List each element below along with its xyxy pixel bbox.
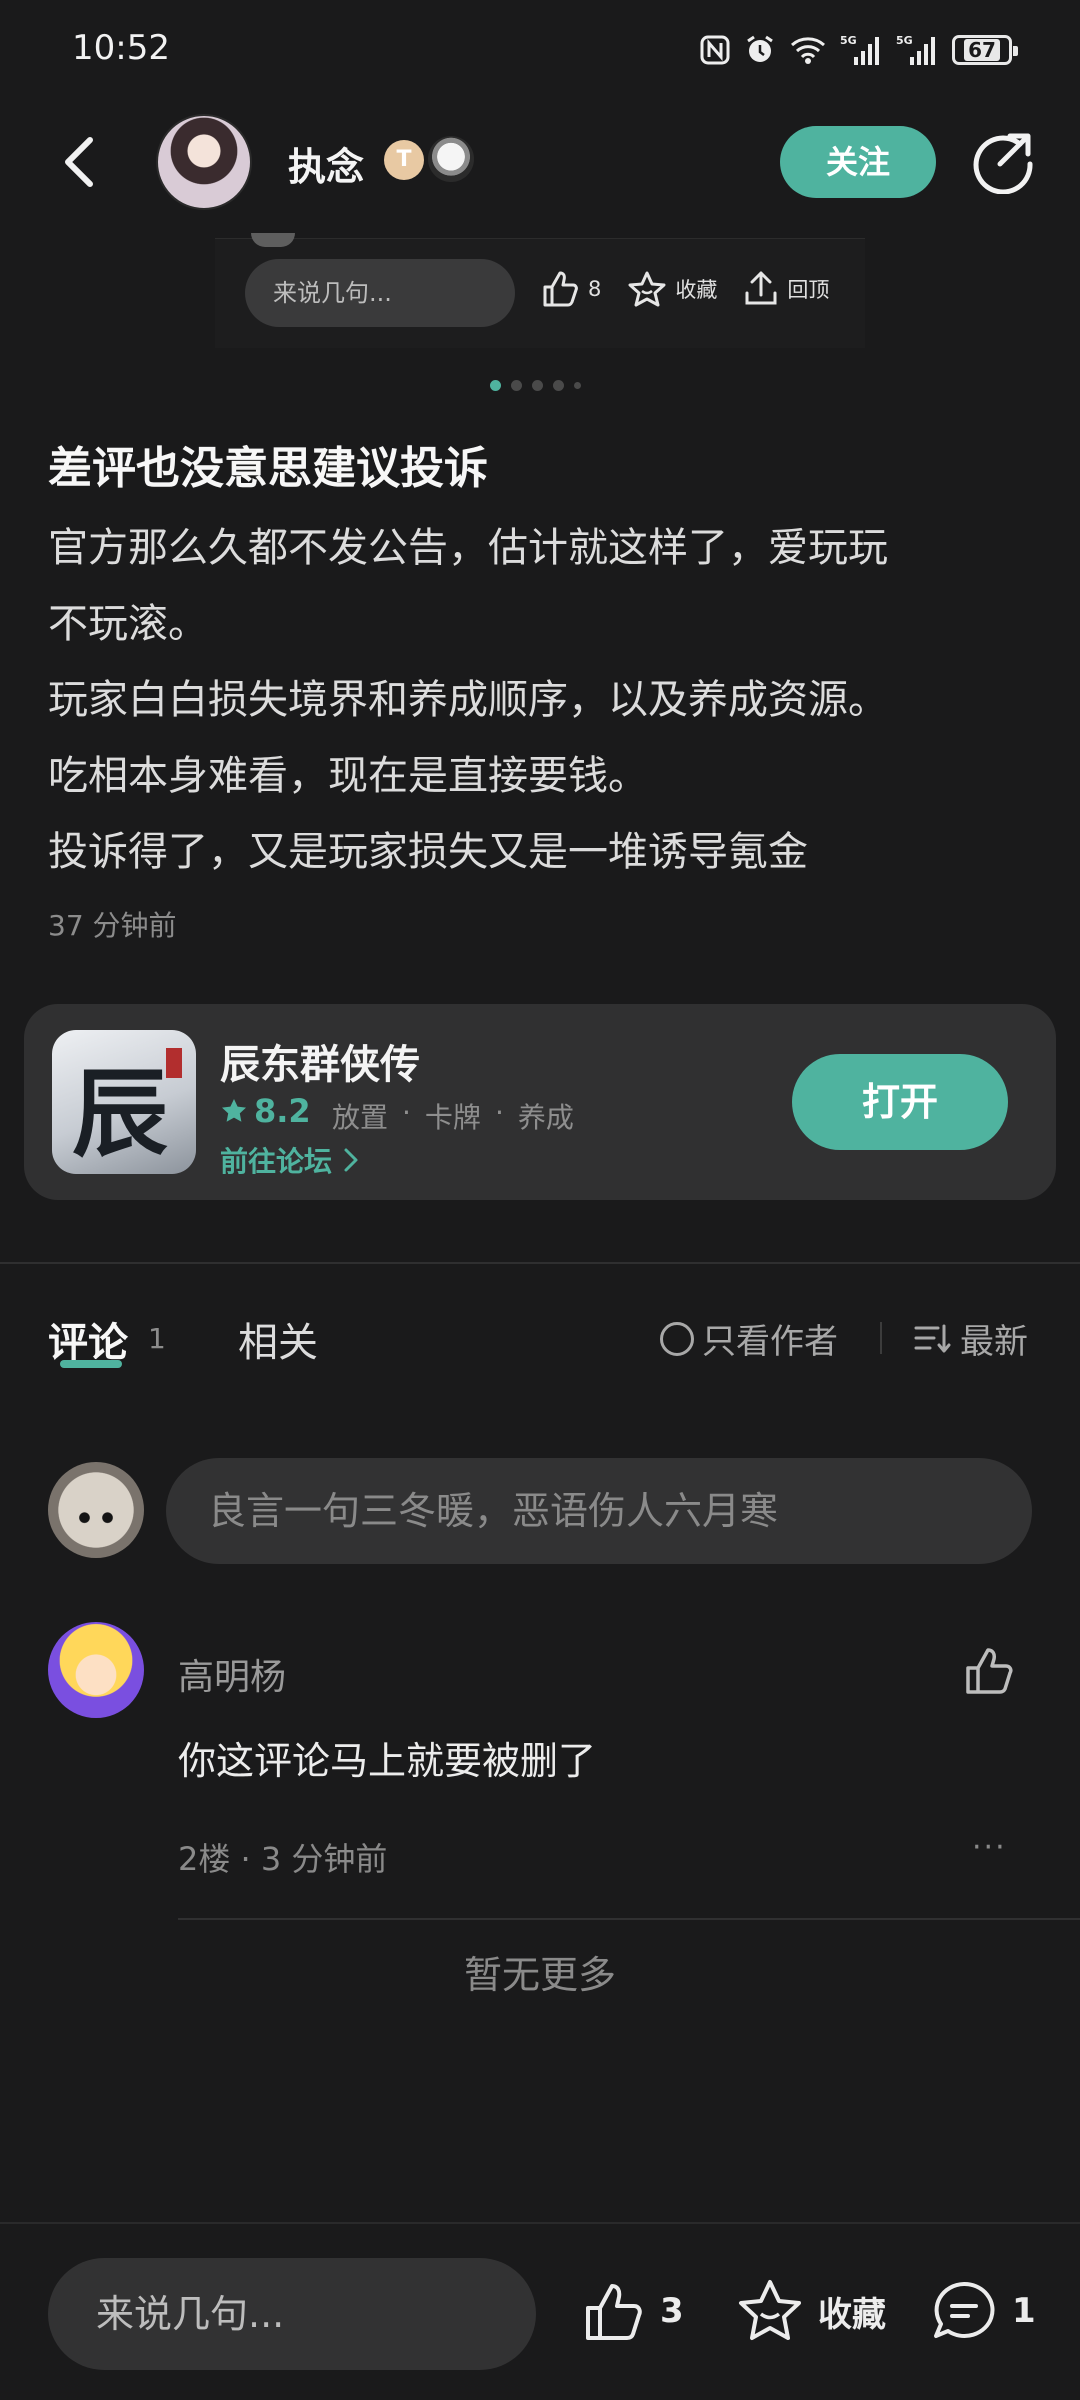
tab-related[interactable]: 相关 — [238, 1310, 318, 1368]
game-tags: 放置 · 卡牌 · 养成 — [332, 1096, 574, 1136]
bottom-comment-input[interactable]: 来说几句... — [48, 2258, 536, 2370]
back-icon[interactable] — [52, 130, 112, 194]
battery-level: 67 — [964, 39, 1000, 61]
embedded-avatar — [251, 233, 295, 247]
embedded-favorite: 收藏 — [627, 269, 717, 309]
nfc-icon — [700, 35, 730, 65]
pagination-dot — [490, 380, 501, 391]
author-only-label: 只看作者 — [702, 1322, 838, 1362]
post-header: 执念 T 关注 — [0, 100, 1080, 225]
game-tag: 放置 — [332, 1101, 389, 1134]
svg-text:5G: 5G — [896, 34, 913, 47]
comment-more-icon[interactable]: ··· — [972, 1830, 1007, 1865]
embedded-favorite-label: 收藏 — [675, 278, 718, 302]
embedded-like: 8 — [540, 269, 601, 309]
author-name[interactable]: 执念 — [288, 136, 364, 191]
post-line: 官方那么久都不发公告，估计就这样了，爱玩玩 — [48, 525, 888, 571]
back-to-top-icon — [745, 271, 777, 305]
active-tab-indicator — [60, 1360, 122, 1368]
status-icons: 5G 5G 67 — [700, 30, 1018, 70]
game-tag: 卡牌 — [424, 1101, 481, 1134]
game-card[interactable]: 辰东 辰东群侠传 8.2 放置 · 卡牌 · 养成 前往论坛 打开 — [24, 1004, 1056, 1200]
game-rating: 8.2 — [220, 1092, 311, 1130]
bottom-action-bar: 来说几句... 3 收藏 1 — [0, 2222, 1080, 2400]
game-icon[interactable]: 辰东 — [52, 1030, 196, 1174]
wifi-icon — [791, 37, 825, 64]
level-badge: T — [384, 140, 424, 180]
chevron-right-icon — [344, 1148, 358, 1172]
thumbs-up-icon — [586, 2284, 642, 2340]
status-bar: 10:52 5G 5G 67 — [0, 0, 1080, 100]
post-body: 官方那么久都不发公告，估计就这样了，爱玩玩 不玩滚。 玩家白白损失境界和养成顺序… — [48, 510, 1038, 890]
post-line: 吃相本身难看，现在是直接要钱。 — [48, 753, 648, 799]
status-time: 10:52 — [72, 28, 170, 68]
like-button[interactable]: 3 — [580, 2278, 684, 2344]
author-avatar[interactable] — [156, 114, 252, 210]
rating-score: 8.2 — [254, 1092, 311, 1130]
svg-text:5G: 5G — [840, 34, 857, 47]
filter-separator — [880, 1322, 882, 1354]
section-divider — [0, 1262, 1080, 1264]
sort-label: 最新 — [960, 1322, 1028, 1362]
tag-separator: · — [494, 1096, 504, 1129]
game-name[interactable]: 辰东群侠传 — [220, 1032, 420, 1090]
tag-separator: · — [402, 1096, 411, 1129]
pagination-dot — [532, 380, 543, 391]
commenter-avatar[interactable] — [48, 1622, 144, 1718]
embedded-comment-input: 来说几句... — [245, 259, 515, 327]
author-only-toggle[interactable]: 只看作者 — [660, 1314, 838, 1363]
post-line: 玩家白白损失境界和养成顺序，以及养成资源。 — [48, 677, 888, 723]
rating-star-icon — [222, 1099, 246, 1122]
sort-toggle[interactable]: 最新 — [914, 1314, 1028, 1363]
post-line: 不玩滚。 — [48, 601, 208, 647]
game-icon-seal — [166, 1048, 182, 1078]
pagination-dot — [574, 382, 581, 389]
embedded-top: 回顶 — [743, 269, 829, 309]
like-count: 3 — [660, 2291, 684, 2331]
commenter-name[interactable]: 高明杨 — [178, 1648, 286, 1700]
forum-link-label: 前往论坛 — [220, 1145, 333, 1178]
my-avatar — [48, 1462, 144, 1558]
comment-input[interactable]: 良言一句三冬暖，恶语伤人六月寒 — [166, 1458, 1032, 1564]
game-tag: 养成 — [517, 1101, 574, 1134]
alarm-icon — [747, 35, 773, 62]
sort-icon — [914, 1324, 951, 1352]
character-badge — [428, 136, 474, 182]
comment-bubble-icon — [934, 2281, 995, 2338]
embedded-actions: 8 收藏 回顶 — [540, 269, 829, 309]
comment-button[interactable]: 1 — [930, 2278, 1036, 2344]
open-game-button[interactable]: 打开 — [792, 1054, 1008, 1150]
star-icon — [739, 2280, 801, 2340]
image-pagination — [490, 380, 581, 391]
favorite-button[interactable]: 收藏 — [736, 2278, 886, 2344]
bottom-comment-count: 1 — [1012, 2291, 1036, 2331]
comment-like-icon[interactable] — [962, 1644, 1016, 1698]
post-title: 差评也没意思建议投诉 — [48, 443, 488, 494]
signal-2-icon: 5G — [896, 34, 935, 65]
post-line: 投诉得了，又是玩家损失又是一堆诱导氪金 — [48, 829, 808, 875]
embedded-like-count: 8 — [588, 277, 602, 301]
star-icon — [628, 271, 666, 307]
comment-divider — [178, 1918, 1080, 1920]
comment-text: 你这评论马上就要被删了 — [178, 1739, 597, 1783]
battery-icon: 67 — [952, 35, 1018, 65]
forum-link[interactable]: 前往论坛 — [220, 1140, 360, 1180]
pagination-dot — [553, 380, 564, 391]
pagination-dot — [511, 380, 522, 391]
signal-1-icon: 5G — [840, 34, 879, 65]
favorite-label: 收藏 — [818, 2294, 886, 2335]
share-icon[interactable] — [970, 128, 1036, 194]
comment-meta: 2楼 · 3 分钟前 — [178, 1840, 388, 1878]
radio-circle-icon — [660, 1321, 694, 1356]
comment-count: 1 — [148, 1322, 166, 1355]
follow-button[interactable]: 关注 — [780, 126, 936, 198]
no-more-text: 暂无更多 — [463, 1953, 616, 1997]
post-image[interactable]: 来说几句... 8 收藏 回顶 — [215, 233, 865, 348]
post-timestamp: 37 分钟前 — [48, 909, 177, 942]
thumbs-up-icon — [543, 271, 578, 307]
embedded-top-label: 回顶 — [787, 278, 830, 302]
